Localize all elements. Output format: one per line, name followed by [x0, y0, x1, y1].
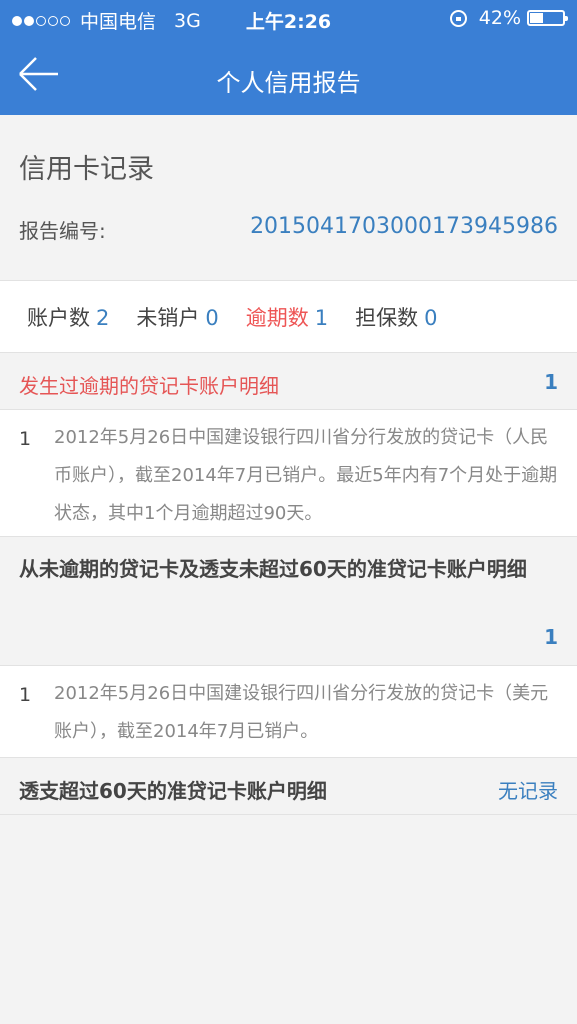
battery-level-fill — [530, 13, 543, 23]
account-stats: 账户数 2 未销户 0 逾期数 1 担保数 0 — [0, 280, 577, 353]
overdraft-group-title: 透支超过60天的准贷记卡账户明细 — [19, 779, 327, 803]
stat-open: 未销户 0 — [136, 305, 219, 330]
rotation-lock-icon — [449, 9, 467, 27]
stat-guarantee: 担保数 0 — [355, 305, 438, 330]
item-text: 2012年5月26日中国建设银行四川省分行发放的贷记卡（美元账户），截至2014… — [54, 683, 549, 742]
overdue-group-count: 1 — [544, 370, 558, 394]
overdue-group-title: 发生过逾期的贷记卡账户明细 — [19, 374, 279, 398]
stat-accounts: 账户数 2 — [27, 305, 110, 330]
report-number-value: 2015041703000173945986 — [250, 214, 558, 239]
battery-icon — [527, 10, 568, 26]
list-item[interactable]: 1 2012年5月26日中国建设银行四川省分行发放的贷记卡（人民币账户），截至2… — [0, 410, 577, 537]
item-index: 1 — [19, 684, 32, 706]
section-title: 信用卡记录 — [19, 154, 154, 185]
item-index: 1 — [19, 428, 32, 450]
report-number-label: 报告编号: — [19, 219, 106, 243]
item-text: 2012年5月26日中国建设银行四川省分行发放的贷记卡（人民币账户），截至201… — [54, 427, 558, 524]
page-title: 个人信用报告 — [216, 69, 361, 97]
status-right: 42% — [449, 7, 568, 29]
report-header: 信用卡记录 报告编号: 2015041703000173945986 — [0, 115, 577, 280]
list-item[interactable]: 1 2012年5月26日中国建设银行四川省分行发放的贷记卡（美元账户），截至20… — [0, 666, 577, 758]
never-overdue-group-count: 1 — [544, 625, 558, 649]
stat-overdue: 逾期数 1 — [245, 305, 329, 330]
status-bar: 中国电信 3G 上午2:26 42% — [0, 0, 577, 36]
overdue-group-header: 发生过逾期的贷记卡账户明细 1 — [0, 353, 577, 410]
never-overdue-group-title: 从未逾期的贷记卡及透支未超过60天的准贷记卡账户明细 — [19, 557, 527, 581]
battery-percent: 42% — [478, 7, 521, 29]
never-overdue-group-header: 从未逾期的贷记卡及透支未超过60天的准贷记卡账户明细 1 — [0, 537, 577, 666]
overdraft-group-header: 透支超过60天的准贷记卡账户明细 无记录 — [0, 758, 577, 815]
overdraft-group-status: 无记录 — [498, 779, 558, 803]
nav-bar: 个人信用报告 — [0, 36, 577, 115]
